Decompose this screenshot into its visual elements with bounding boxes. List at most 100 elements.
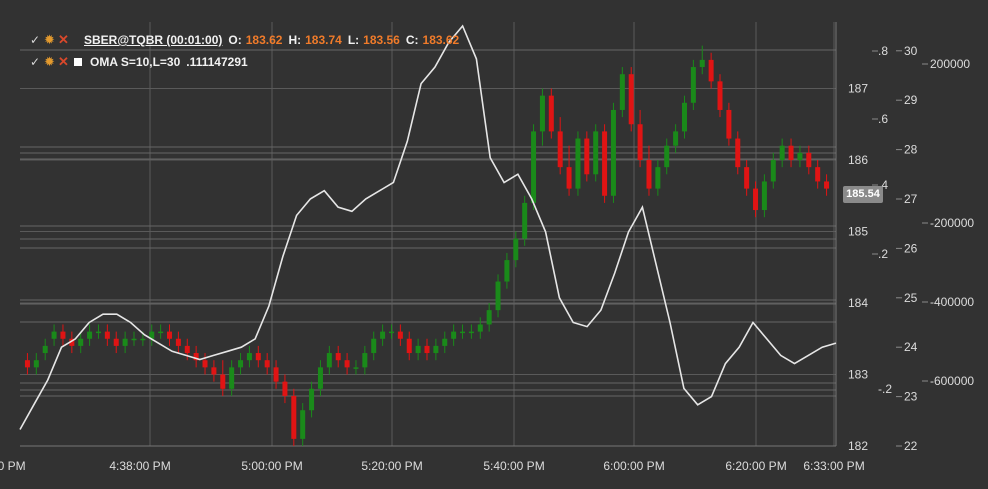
- open-value: 183.62: [245, 33, 283, 47]
- candle: [779, 138, 785, 168]
- x-tick-label: 4:38:00 PM: [109, 459, 170, 473]
- x-tick-label: 6:00:00 PM: [603, 459, 664, 473]
- chart-canvas[interactable]: 18:00 PM 4:38:00 PM 5:00:00 PM 5:20:00 PM 5:…: [0, 0, 988, 489]
- candle-body: [380, 331, 386, 339]
- candle-body: [95, 331, 101, 334]
- candle: [637, 109, 643, 168]
- candle: [282, 374, 288, 404]
- candle: [815, 160, 821, 189]
- candle: [202, 353, 208, 375]
- candle: [673, 124, 679, 153]
- axis3-tick-label: 26: [904, 241, 918, 255]
- legend-row-oma: ✓ ✹ ✕ OMA S=10,L=30 .111147291: [30, 53, 248, 71]
- candle-body: [397, 331, 403, 339]
- indicator-title[interactable]: OMA S=10,L=30: [90, 55, 180, 69]
- x-tick-label: 5:40:00 PM: [483, 459, 544, 473]
- candle: [575, 131, 581, 196]
- candle: [122, 331, 128, 354]
- candle: [628, 67, 634, 132]
- candle: [433, 338, 439, 361]
- candle-body: [717, 81, 723, 110]
- candle: [220, 360, 226, 396]
- legend-row-price: ✓ ✹ ✕ SBER@TQBR (00:01:00) O: 183.62 H: …: [30, 31, 459, 49]
- x-tick-label: 18:00 PM: [0, 459, 26, 473]
- candle-body: [673, 131, 679, 146]
- candle-body: [415, 345, 421, 354]
- close-value: 183.62: [422, 33, 460, 47]
- candle-body: [602, 131, 608, 196]
- candle-body: [486, 310, 492, 325]
- low-value: 183.56: [363, 33, 400, 47]
- candle-body: [664, 145, 670, 168]
- x-tick-label: 6:20:00 PM: [725, 459, 786, 473]
- candle-body: [726, 109, 732, 139]
- candle-body: [309, 388, 315, 411]
- candle-body: [477, 324, 483, 332]
- candle: [42, 338, 48, 361]
- candle-body: [584, 138, 590, 175]
- candle: [397, 324, 403, 346]
- axis3-tick-label: 22: [904, 439, 918, 453]
- check-icon[interactable]: ✓: [30, 55, 44, 69]
- candle-body: [735, 138, 741, 168]
- candle: [717, 74, 723, 118]
- candle: [309, 381, 315, 418]
- candle: [593, 124, 599, 182]
- candle: [486, 303, 492, 332]
- close-icon[interactable]: ✕: [58, 54, 72, 70]
- candle-body: [33, 360, 39, 368]
- candle-body: [744, 167, 750, 189]
- price-tick-label: 184: [848, 296, 868, 310]
- candle-body: [78, 338, 84, 346]
- candle: [522, 195, 528, 246]
- candle: [229, 360, 235, 396]
- close-label: C:: [405, 33, 419, 47]
- candle: [60, 324, 66, 346]
- axis3-tick-label: 23: [904, 390, 918, 404]
- check-icon[interactable]: ✓: [30, 33, 44, 47]
- candle-body: [593, 131, 599, 175]
- candle: [264, 353, 270, 375]
- candle: [504, 252, 510, 289]
- candle: [95, 324, 101, 339]
- candle-body: [451, 331, 457, 339]
- price-tick-label: 186: [848, 153, 868, 167]
- candle-body: [646, 160, 652, 189]
- candle-body: [655, 167, 661, 189]
- gear-icon[interactable]: ✹: [44, 54, 58, 70]
- close-icon[interactable]: ✕: [58, 32, 72, 48]
- candle: [788, 138, 794, 168]
- gear-icon[interactable]: ✹: [44, 32, 58, 48]
- candle: [753, 181, 759, 218]
- candle: [353, 360, 359, 375]
- candle-body: [557, 131, 563, 168]
- candle-body: [797, 152, 803, 160]
- candle: [246, 345, 252, 368]
- candle: [104, 324, 110, 346]
- series-title[interactable]: SBER@TQBR (00:01:00): [84, 33, 222, 47]
- candle-body: [211, 367, 217, 375]
- candle-body: [273, 367, 279, 382]
- candle-body: [362, 353, 368, 368]
- candle: [238, 353, 244, 375]
- candle: [362, 345, 368, 375]
- candle-body: [246, 353, 252, 361]
- axis4-tick-label: -600000: [930, 374, 974, 388]
- axis-labels: 18:00 PM 4:38:00 PM 5:00:00 PM 5:20:00 PM 5:…: [0, 44, 974, 473]
- candle: [424, 338, 430, 361]
- candle-body: [690, 67, 696, 103]
- candle: [602, 124, 608, 203]
- candle-body: [184, 345, 190, 354]
- candle: [24, 353, 30, 375]
- candle-body: [495, 281, 501, 311]
- candle: [344, 353, 350, 375]
- candle: [735, 131, 741, 175]
- candle-body: [788, 145, 794, 160]
- candle-body: [113, 338, 119, 346]
- candle-body: [779, 145, 785, 160]
- candle: [726, 102, 732, 146]
- x-tick-label: 5:00:00 PM: [241, 459, 302, 473]
- x-tick-label: 5:20:00 PM: [361, 459, 422, 473]
- candle-body: [87, 331, 93, 339]
- candle-body: [220, 374, 226, 389]
